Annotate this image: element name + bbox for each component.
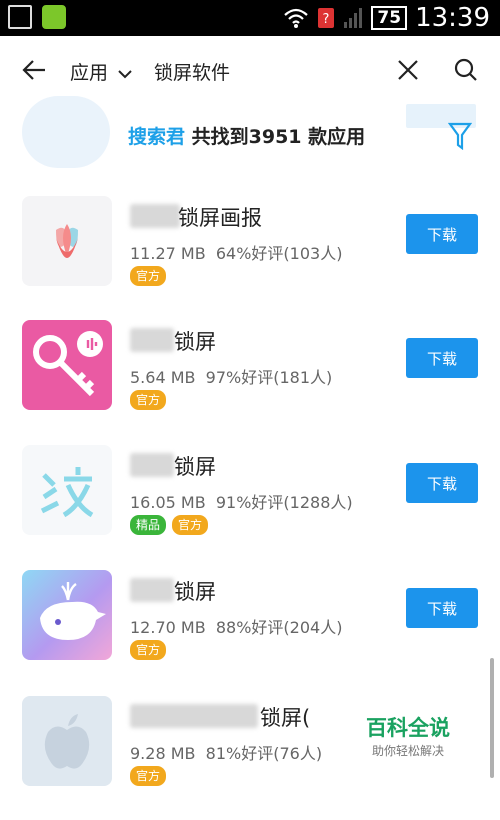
app-icon-glyph <box>22 445 112 535</box>
clear-button[interactable] <box>392 54 424 86</box>
app-icon-whale <box>22 570 112 660</box>
close-icon <box>398 60 418 80</box>
search-icon <box>454 58 477 81</box>
filter-icon <box>447 122 473 151</box>
name-blur <box>130 578 174 602</box>
app-rating: 64%好评(103人) <box>215 244 343 263</box>
watermark-logo: 百科全说 助你轻松解决 <box>348 708 468 764</box>
no-sim-icon: ? <box>318 8 335 28</box>
status-bar: ? 75 13:39 <box>0 0 500 36</box>
download-button[interactable]: 下载 <box>406 588 478 628</box>
app-size: 9.28 MB <box>130 744 196 763</box>
app-name: 锁屏( <box>260 706 311 730</box>
scrollbar-thumb[interactable] <box>490 658 494 778</box>
official-tag: 官方 <box>130 640 167 660</box>
category-dropdown[interactable]: 应用 <box>70 58 132 85</box>
official-tag: 官方 <box>130 266 167 286</box>
watermark-title: 百科全说 <box>366 716 450 740</box>
result-summary: 搜索君 共找到3951 款应用 <box>0 96 500 170</box>
app-meta: 11.27 MB 64%好评(103人) <box>130 240 342 264</box>
watermark-subtitle: 助你轻松解决 <box>371 744 444 758</box>
name-blur <box>130 704 258 728</box>
official-tag: 官方 <box>130 390 167 410</box>
list-item[interactable]: 锁屏 16.05 MB 91%好评(1288人) 精品 官方 下载 <box>0 445 500 569</box>
clock: 13:39 <box>415 3 490 33</box>
download-button[interactable]: 下载 <box>406 214 478 254</box>
battery-indicator: 75 <box>371 6 408 30</box>
download-button[interactable]: 下载 <box>406 463 478 503</box>
signal-icon <box>344 8 363 28</box>
name-blur <box>130 328 174 352</box>
result-count: 共找到3951 款应用 <box>185 126 366 148</box>
app-name: 锁屏 <box>174 455 216 479</box>
app-meta: 9.28 MB 81%好评(76人) <box>130 740 322 764</box>
search-bar: 应用 锁屏软件 <box>0 36 500 105</box>
app-meta: 12.70 MB 88%好评(204人) <box>130 614 342 638</box>
app-icon-apple <box>22 696 112 786</box>
list-item[interactable]: 锁屏画报 11.27 MB 64%好评(103人) 官方 下载 <box>0 196 500 320</box>
store-bag-icon <box>42 5 66 29</box>
official-tag: 官方 <box>130 766 167 786</box>
app-name: 锁屏 <box>174 580 216 604</box>
app-size: 16.05 MB <box>130 493 206 512</box>
chevron-down-icon <box>118 70 132 79</box>
search-query[interactable]: 锁屏软件 <box>154 58 230 85</box>
category-label: 应用 <box>70 62 109 84</box>
list-item[interactable]: 锁屏 5.64 MB 97%好评(181人) 官方 下载 <box>0 320 500 444</box>
filter-button[interactable] <box>447 122 473 154</box>
wifi-icon <box>284 8 309 28</box>
official-tag: 官方 <box>172 515 209 535</box>
app-icon-tulip <box>22 196 112 286</box>
svg-text:?: ? <box>323 12 330 27</box>
back-arrow-icon <box>22 60 45 80</box>
app-rating: 91%好评(1288人) <box>215 493 353 512</box>
app-meta: 5.64 MB 97%好评(181人) <box>130 364 332 388</box>
search-mascot-icon <box>22 96 110 168</box>
app-rating: 81%好评(76人) <box>205 744 323 763</box>
brand-name: 搜索君 <box>128 126 186 148</box>
app-rating: 97%好评(181人) <box>205 368 333 387</box>
app-size: 5.64 MB <box>130 368 196 387</box>
app-rating: 88%好评(204人) <box>215 618 343 637</box>
search-button[interactable] <box>450 54 482 86</box>
featured-tag: 精品 <box>130 515 167 535</box>
gallery-icon <box>8 5 32 29</box>
list-item[interactable]: 锁屏 12.70 MB 88%好评(204人) 官方 下载 <box>0 570 500 694</box>
app-name: 锁屏 <box>174 330 216 354</box>
app-name: 锁屏画报 <box>178 206 262 230</box>
back-button[interactable] <box>18 54 50 86</box>
app-size: 12.70 MB <box>130 618 206 637</box>
app-size: 11.27 MB <box>130 244 206 263</box>
name-blur <box>130 453 174 477</box>
app-icon-key <box>22 320 112 410</box>
result-count-text: 搜索君 共找到3951 款应用 <box>128 122 365 149</box>
app-meta: 16.05 MB 91%好评(1288人) <box>130 489 353 513</box>
download-button[interactable]: 下载 <box>406 338 478 378</box>
name-blur <box>130 204 180 228</box>
